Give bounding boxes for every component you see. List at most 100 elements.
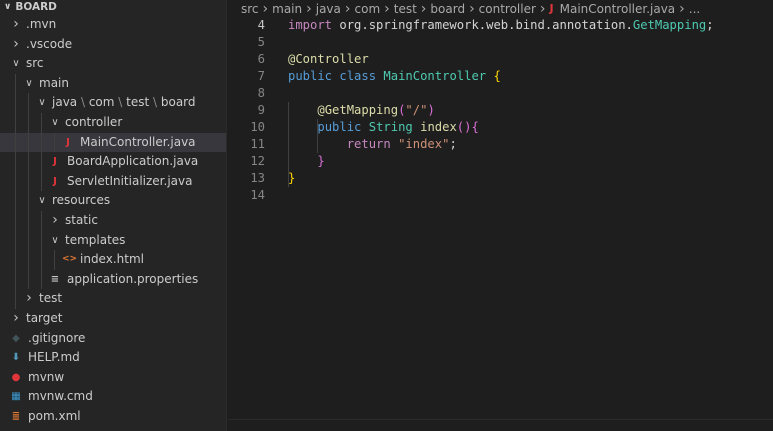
tree-item-label: static bbox=[65, 212, 98, 227]
code-text: @Controller bbox=[265, 51, 369, 68]
code-line[interactable]: 9 @GetMapping("/") bbox=[228, 102, 773, 119]
breadcrumb-item[interactable]: main bbox=[272, 0, 302, 18]
line-number: 13 bbox=[250, 171, 265, 185]
code-line[interactable]: 13} bbox=[228, 170, 773, 187]
breadcrumb-item[interactable]: controller bbox=[479, 0, 536, 18]
folder-item-src[interactable]: ∨ src bbox=[0, 54, 226, 74]
line-number: 5 bbox=[257, 35, 265, 49]
folder-item-resources[interactable]: ∨ resources bbox=[0, 191, 226, 211]
code-token: GetMapping bbox=[632, 18, 707, 32]
indent-guide bbox=[15, 171, 16, 192]
xml-file-icon: ≣ bbox=[11, 410, 21, 422]
indent-guide bbox=[41, 112, 42, 133]
code-line[interactable]: 11 return "index"; bbox=[228, 136, 773, 153]
folder-item-templates[interactable]: ∨ templates bbox=[0, 230, 226, 251]
indent-guide bbox=[28, 230, 29, 251]
indent-guide bbox=[15, 230, 16, 251]
code-token: ; bbox=[706, 18, 714, 32]
chevron-right-icon: › bbox=[344, 1, 351, 17]
folder-item-java[interactable]: ∨ java \ com \ test \ board bbox=[0, 93, 226, 113]
tree-item-label: .gitignore bbox=[28, 330, 86, 345]
indent-guide bbox=[15, 112, 16, 133]
indent-guide bbox=[41, 230, 42, 251]
file-item-mvnw-cmd[interactable]: ▦ mvnw.cmd bbox=[0, 387, 226, 407]
code-line[interactable]: 5 bbox=[228, 34, 773, 51]
file-item-application-properties[interactable]: ≡ application.properties bbox=[0, 269, 226, 290]
code-token: MainController bbox=[383, 69, 487, 83]
code-token: class bbox=[339, 69, 377, 83]
code-token: @GetMapping bbox=[317, 103, 399, 117]
folder-item-target[interactable]: › target bbox=[0, 309, 226, 329]
code-line[interactable]: 10 public String index(){ bbox=[228, 119, 773, 136]
tree-item-label: .mvn bbox=[26, 17, 57, 31]
indent-guide bbox=[28, 210, 29, 231]
explorer-root-header[interactable]: ∨ BOARD bbox=[0, 0, 226, 15]
code-text: public class MainController { bbox=[265, 68, 501, 85]
file-item-mvnw[interactable]: ● mvnw bbox=[0, 368, 226, 388]
file-item-help-md[interactable]: ⬇ HELP.md bbox=[0, 348, 226, 368]
breadcrumb-item[interactable]: test bbox=[394, 0, 417, 18]
file-item-servletinitializer-java[interactable]: J ServletInitializer.java bbox=[0, 171, 226, 192]
file-item-boardapplication-java[interactable]: J BoardApplication.java bbox=[0, 152, 226, 172]
breadcrumb-item[interactable]: ... bbox=[689, 0, 700, 18]
code-text: return "index"; bbox=[265, 136, 457, 153]
code-line[interactable]: 7 public class MainController { bbox=[228, 68, 773, 85]
editor-area: src › main › java › com › test › board › controller ›… bbox=[228, 0, 773, 431]
code-token: } bbox=[317, 154, 325, 168]
code-line[interactable]: 4 import org.springframework.web.bind.ann… bbox=[228, 17, 773, 34]
file-item-gitignore[interactable]: ◆ .gitignore bbox=[0, 329, 226, 349]
compact-folder-segment[interactable]: test bbox=[126, 95, 149, 109]
indent-guide bbox=[41, 132, 42, 153]
compact-folder-segment[interactable]: com bbox=[89, 95, 115, 109]
folder-item-test[interactable]: › test bbox=[0, 289, 226, 309]
breadcrumb-item[interactable]: MainController.java bbox=[560, 0, 676, 18]
indent-guide bbox=[28, 269, 29, 290]
properties-file-icon: ≡ bbox=[50, 273, 60, 285]
indent-guide bbox=[15, 152, 16, 172]
tree-item-label: index.html bbox=[80, 252, 144, 267]
line-number: 11 bbox=[250, 137, 265, 151]
explorer-sidebar: ∨ BOARD › .mvn › .vscode ∨ src ∨ main ∨ java \ co… bbox=[0, 0, 227, 431]
code-token: } bbox=[288, 171, 296, 185]
chevron-down-icon: ∨ bbox=[25, 77, 33, 89]
compact-folder-segment[interactable]: java bbox=[52, 95, 77, 109]
file-item-pom-xml[interactable]: ≣ pom.xml bbox=[0, 407, 226, 427]
compact-folder-segment[interactable]: board bbox=[161, 95, 196, 109]
line-number: 10 bbox=[250, 120, 265, 134]
breadcrumb-item[interactable]: board bbox=[430, 0, 465, 18]
code-line[interactable]: 6 @Controller bbox=[228, 51, 773, 68]
indent-guide bbox=[54, 132, 55, 153]
chevron-right-icon: › bbox=[469, 1, 475, 17]
code-token: ) bbox=[427, 103, 435, 117]
folder-item-vscode[interactable]: › .vscode bbox=[0, 35, 226, 55]
code-token: ; bbox=[449, 137, 457, 151]
breadcrumb-item[interactable]: java bbox=[316, 0, 341, 18]
code-view[interactable]: 4 import org.springframework.web.bind.ann… bbox=[228, 17, 773, 204]
chevron-right-icon: › bbox=[306, 1, 312, 17]
folder-item-mvn[interactable]: › .mvn bbox=[0, 15, 226, 35]
breadcrumb-item[interactable]: com bbox=[355, 0, 381, 18]
java-file-icon: J bbox=[53, 156, 57, 168]
breadcrumb-item[interactable]: src bbox=[241, 0, 259, 18]
path-separator: \ bbox=[77, 95, 89, 110]
indent-guide bbox=[28, 132, 29, 153]
folder-item-static[interactable]: › static bbox=[0, 210, 226, 231]
code-line[interactable]: 12 } bbox=[228, 153, 773, 170]
indent-guide bbox=[15, 269, 16, 290]
folder-item-controller[interactable]: ∨ controller bbox=[0, 112, 226, 133]
code-token: return bbox=[346, 137, 391, 151]
file-item-maincontroller-java[interactable]: J MainController.java bbox=[0, 132, 226, 153]
tree-item-label: main bbox=[39, 75, 69, 90]
chevron-down-icon: ∨ bbox=[12, 58, 20, 70]
tree-item-label: application.properties bbox=[67, 271, 199, 286]
indent-guide bbox=[41, 269, 42, 290]
code-line[interactable]: 14 bbox=[228, 187, 773, 204]
folder-item-main[interactable]: ∨ main bbox=[0, 73, 226, 94]
file-item-index-html[interactable]: <> index.html bbox=[0, 250, 226, 270]
chevron-down-icon: ∨ bbox=[4, 2, 12, 12]
tree-item-label: test bbox=[39, 291, 63, 306]
code-line[interactable]: 8 bbox=[228, 85, 773, 102]
horizontal-scrollbar[interactable] bbox=[228, 419, 773, 431]
